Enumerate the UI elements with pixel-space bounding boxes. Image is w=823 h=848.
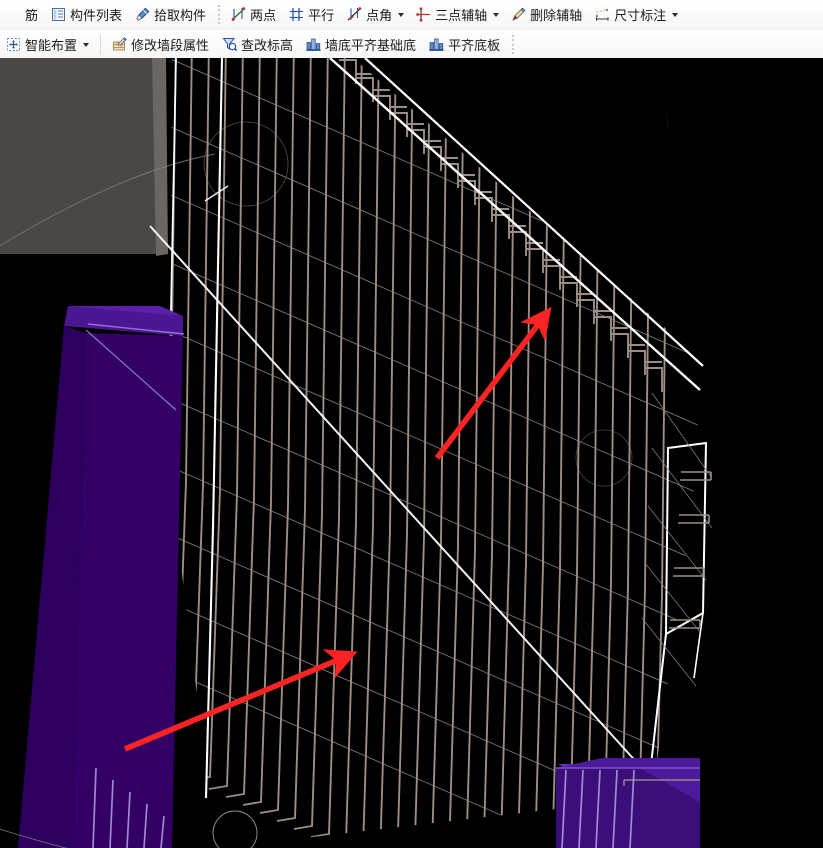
component-list-icon bbox=[50, 6, 67, 23]
toolbar-item-check-elevation[interactable]: 查改标高 bbox=[217, 31, 299, 58]
model-canvas[interactable] bbox=[0, 58, 823, 848]
chevron-down-icon[interactable] bbox=[670, 6, 679, 23]
toolbar-label: 拾取构件 bbox=[154, 8, 207, 23]
purple-column-right bbox=[556, 758, 700, 848]
gray-wall-panel bbox=[0, 58, 158, 254]
application-window: 筋 构件列表 拾取构件 两点 平行 点角 三点辅轴 删除辅轴 尺寸标注 智能布置… bbox=[0, 0, 823, 848]
toolbar-label: 平齐底板 bbox=[448, 38, 501, 53]
align-slab-icon bbox=[428, 36, 445, 53]
toolbar-item-dimension[interactable]: 尺寸标注 bbox=[590, 1, 683, 28]
toolbar-label: 两点 bbox=[250, 8, 277, 23]
toolbar-item-component-list[interactable]: 构件列表 bbox=[46, 1, 128, 28]
chevron-down-icon[interactable] bbox=[81, 36, 90, 53]
rebar-icon bbox=[5, 6, 22, 23]
edit-wall-property-icon bbox=[111, 36, 128, 53]
toolbar-item-edit-wall-property[interactable]: 修改墙段属性 bbox=[107, 31, 215, 58]
ribbon-toolbar: 筋 构件列表 拾取构件 两点 平行 点角 三点辅轴 删除辅轴 尺寸标注 智能布置… bbox=[0, 0, 823, 58]
overflow-dots-icon[interactable] bbox=[510, 35, 515, 54]
toolbar-item-parallel[interactable]: 平行 bbox=[284, 1, 340, 28]
toolbar-label: 修改墙段属性 bbox=[131, 38, 210, 53]
check-elevation-icon bbox=[221, 36, 238, 53]
toolbar-label: 尺寸标注 bbox=[614, 8, 667, 23]
toolbar-separator bbox=[216, 5, 221, 24]
toolbar-label: 构件列表 bbox=[70, 8, 123, 23]
toolbar-item-smart-layout[interactable]: 智能布置 bbox=[1, 31, 94, 58]
column-left-front-face bbox=[72, 333, 183, 848]
toolbar-item-three-point-axis[interactable]: 三点辅轴 bbox=[411, 1, 504, 28]
toolbar-label: 智能布置 bbox=[25, 38, 78, 53]
toolbar-item-delete-axis[interactable]: 删除辅轴 bbox=[506, 1, 588, 28]
wall-bottom-align-foundation-icon bbox=[305, 36, 322, 53]
toolbar-label: 查改标高 bbox=[241, 38, 294, 53]
toolbar-separator bbox=[100, 35, 102, 54]
chevron-down-icon[interactable] bbox=[396, 6, 405, 23]
toolbar-label: 点角 bbox=[366, 8, 393, 23]
pick-component-icon bbox=[134, 6, 151, 23]
toolbar-item-point-angle[interactable]: 点角 bbox=[342, 1, 409, 28]
dimension-icon bbox=[594, 6, 611, 23]
toolbar-label: 三点辅轴 bbox=[435, 8, 488, 23]
chevron-down-icon[interactable] bbox=[491, 6, 500, 23]
three-point-axis-icon bbox=[415, 6, 432, 23]
toolbar-item-align-slab[interactable]: 平齐底板 bbox=[424, 31, 506, 58]
toolbar-item-pick-component[interactable]: 拾取构件 bbox=[130, 1, 212, 28]
toolbar-item-wall-bottom-align-foundation[interactable]: 墙底平齐基础底 bbox=[301, 31, 422, 58]
3d-model-viewport[interactable] bbox=[0, 58, 823, 848]
point-angle-icon bbox=[346, 6, 363, 23]
toolbar-row-1: 筋 构件列表 拾取构件 两点 平行 点角 三点辅轴 删除辅轴 尺寸标注 bbox=[0, 0, 823, 30]
toolbar-label: 平行 bbox=[308, 8, 335, 23]
delete-axis-icon bbox=[510, 6, 527, 23]
toolbar-item-two-point[interactable]: 两点 bbox=[226, 1, 282, 28]
parallel-icon bbox=[288, 6, 305, 23]
toolbar-label: 删除辅轴 bbox=[530, 8, 583, 23]
toolbar-row-2: 智能布置 修改墙段属性 查改标高 墙底平齐基础底 平齐底板 bbox=[0, 30, 823, 58]
smart-layout-icon bbox=[5, 36, 22, 53]
two-point-icon bbox=[230, 6, 247, 23]
toolbar-label: 墙底平齐基础底 bbox=[325, 38, 417, 53]
toolbar-item-rebar[interactable]: 筋 bbox=[1, 1, 44, 28]
toolbar-label: 筋 bbox=[25, 8, 39, 23]
